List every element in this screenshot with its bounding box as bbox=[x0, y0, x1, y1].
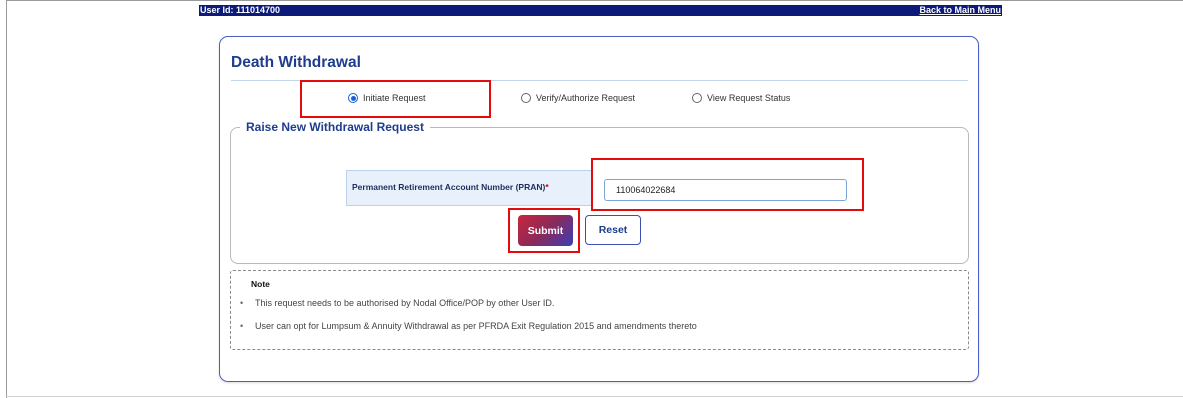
note-item-text: User can opt for Lumpsum & Annuity Withd… bbox=[255, 321, 697, 331]
user-id-label: User Id: 111014700 bbox=[200, 5, 281, 15]
radio-unselected-icon[interactable] bbox=[521, 93, 531, 103]
note-title: Note bbox=[251, 279, 270, 289]
pran-input[interactable] bbox=[604, 179, 847, 201]
pran-label-text: Permanent Retirement Account Number (PRA… bbox=[352, 182, 546, 192]
radio-view-request-status[interactable]: View Request Status bbox=[692, 93, 790, 103]
top-bar: User Id: 111014700 Back to Main Menu bbox=[199, 5, 1002, 16]
required-marker: * bbox=[545, 182, 549, 192]
reset-button[interactable]: Reset bbox=[585, 215, 641, 245]
note-box bbox=[230, 270, 969, 350]
page-bottom-line bbox=[6, 396, 1183, 397]
title-divider bbox=[231, 80, 968, 81]
radio-unselected-icon[interactable] bbox=[692, 93, 702, 103]
submit-button[interactable]: Submit bbox=[518, 215, 573, 246]
radio-label: Initiate Request bbox=[363, 93, 426, 103]
bullet-icon: • bbox=[240, 298, 244, 308]
pran-field-label: Permanent Retirement Account Number (PRA… bbox=[346, 170, 593, 206]
radio-label: View Request Status bbox=[707, 93, 791, 103]
note-item: • This request needs to be authorised by … bbox=[240, 298, 554, 308]
radio-initiate-request[interactable]: Initiate Request bbox=[348, 93, 426, 103]
radio-label: Verify/Authorize Request bbox=[536, 93, 636, 103]
radio-verify-authorize-request[interactable]: Verify/Authorize Request bbox=[521, 93, 635, 103]
page-title: Death Withdrawal bbox=[231, 54, 361, 71]
radio-selected-icon[interactable] bbox=[348, 93, 358, 103]
bullet-icon: • bbox=[240, 321, 244, 331]
note-item-text: This request needs to be authorised by N… bbox=[255, 298, 555, 308]
fieldset-legend: Raise New Withdrawal Request bbox=[240, 120, 430, 134]
note-item: • User can opt for Lumpsum & Annuity With… bbox=[240, 321, 697, 331]
back-to-main-menu-link[interactable]: Back to Main Menu bbox=[919, 5, 1001, 16]
